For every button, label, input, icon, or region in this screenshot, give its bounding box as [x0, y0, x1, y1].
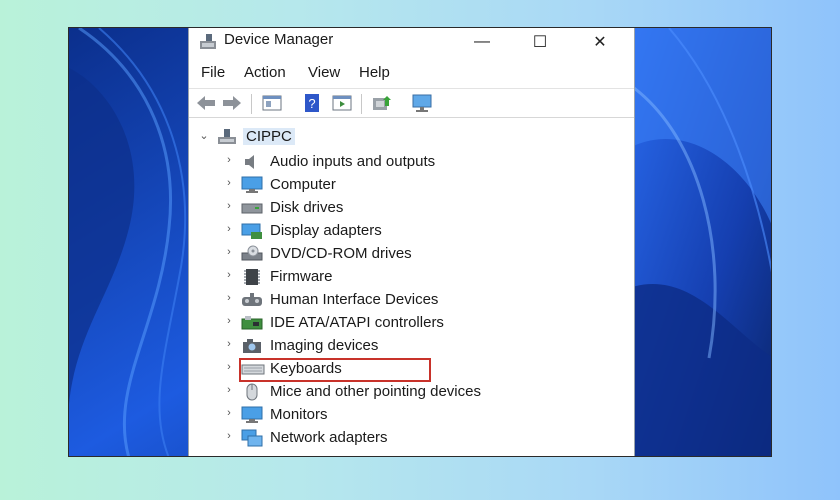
toolbar-separator: [251, 94, 252, 114]
device-manager-window: Device Manager — ☐ ✕ File Action View He…: [189, 28, 634, 456]
menu-bar: File Action View Help: [189, 62, 634, 86]
chevron-right-icon[interactable]: ›: [223, 292, 235, 304]
chevron-right-icon[interactable]: ›: [223, 269, 235, 281]
menu-help[interactable]: Help: [359, 64, 390, 81]
network-adapter-icon: [241, 429, 263, 447]
tree-item-dvd-drives[interactable]: › DVD/CD-ROM drives: [189, 243, 609, 265]
tree-item-ide-controllers[interactable]: › IDE ATA/ATAPI controllers: [189, 312, 609, 334]
screenshot-frame: Device Manager — ☐ ✕ File Action View He…: [68, 27, 772, 457]
tree-item-label: Disk drives: [270, 199, 344, 216]
computer-icon: [217, 128, 239, 146]
dvd-drive-icon: [241, 245, 263, 263]
back-arrow-icon[interactable]: [195, 92, 217, 114]
tree-item-hid[interactable]: › Human Interface Devices: [189, 289, 609, 311]
monitor-icon: [241, 176, 263, 194]
svg-text:?: ?: [308, 96, 315, 111]
tree-item-display-adapters[interactable]: › Display adapters: [189, 220, 609, 242]
chevron-right-icon[interactable]: ›: [223, 223, 235, 235]
camera-icon: [241, 337, 263, 355]
scan-hardware-icon[interactable]: [411, 92, 433, 114]
properties-icon[interactable]: [261, 92, 283, 114]
device-manager-icon: [199, 33, 217, 56]
maximize-button[interactable]: ☐: [517, 28, 563, 56]
minimize-button[interactable]: —: [459, 28, 505, 56]
tree-item-label: Mice and other pointing devices: [270, 383, 481, 400]
menu-file[interactable]: File: [201, 64, 225, 81]
tree-item-label: Display adapters: [270, 222, 382, 239]
close-button[interactable]: ✕: [577, 28, 623, 56]
tree-item-label: Monitors: [270, 406, 328, 423]
speaker-icon: [241, 153, 263, 171]
ide-controller-icon: [241, 314, 263, 332]
menu-action[interactable]: Action: [244, 64, 286, 81]
chevron-right-icon[interactable]: ›: [223, 384, 235, 396]
tree-item-network-adapters[interactable]: › Network adapters: [189, 427, 609, 449]
title-bar[interactable]: Device Manager — ☐ ✕: [189, 28, 634, 58]
chevron-right-icon[interactable]: ›: [223, 407, 235, 419]
tree-item-label: Imaging devices: [270, 337, 379, 354]
chevron-right-icon[interactable]: ›: [223, 177, 235, 189]
tree-item-label: DVD/CD-ROM drives: [270, 245, 412, 262]
tree-item-monitors[interactable]: › Monitors: [189, 404, 609, 426]
tree-item-label: Computer: [270, 176, 336, 193]
tree-item-disk-drives[interactable]: › Disk drives: [189, 197, 609, 219]
action-pane-icon[interactable]: [331, 92, 353, 114]
monitor-icon: [241, 406, 263, 424]
tree-root-node[interactable]: ⌄ CIPPC: [189, 126, 609, 148]
tree-item-computer[interactable]: › Computer: [189, 174, 609, 196]
window-title: Device Manager: [224, 31, 334, 48]
tree-item-label: Human Interface Devices: [270, 291, 439, 308]
tree-item-label: Audio inputs and outputs: [270, 153, 436, 170]
tree-item-label: Network adapters: [270, 429, 388, 446]
chevron-down-icon[interactable]: ⌄: [198, 129, 210, 142]
hid-icon: [241, 291, 263, 309]
keyboards-highlight-box: [239, 358, 431, 382]
menu-view[interactable]: View: [308, 64, 340, 81]
chevron-right-icon[interactable]: ›: [223, 430, 235, 442]
disk-drive-icon: [241, 199, 263, 217]
update-driver-icon[interactable]: [371, 92, 393, 114]
toolbar-separator: [361, 94, 362, 114]
tree-item-imaging-devices[interactable]: › Imaging devices: [189, 335, 609, 357]
chevron-right-icon[interactable]: ›: [223, 246, 235, 258]
chevron-right-icon[interactable]: ›: [223, 154, 235, 166]
toolbar: ?: [189, 88, 634, 118]
chevron-right-icon[interactable]: ›: [223, 200, 235, 212]
firmware-chip-icon: [241, 268, 263, 286]
tree-item-audio[interactable]: › Audio inputs and outputs: [189, 151, 609, 173]
forward-arrow-icon[interactable]: [221, 92, 243, 114]
chevron-right-icon[interactable]: ›: [223, 315, 235, 327]
display-adapter-icon: [241, 222, 263, 240]
chevron-right-icon[interactable]: ›: [223, 338, 235, 350]
mouse-icon: [241, 383, 263, 401]
tree-item-mice[interactable]: › Mice and other pointing devices: [189, 381, 609, 403]
tree-item-firmware[interactable]: › Firmware: [189, 266, 609, 288]
tree-item-label: IDE ATA/ATAPI controllers: [270, 314, 444, 331]
tree-root-label: CIPPC: [243, 128, 295, 145]
chevron-right-icon[interactable]: ›: [223, 361, 235, 373]
help-icon[interactable]: ?: [301, 92, 323, 114]
tree-item-label: Firmware: [270, 268, 333, 285]
